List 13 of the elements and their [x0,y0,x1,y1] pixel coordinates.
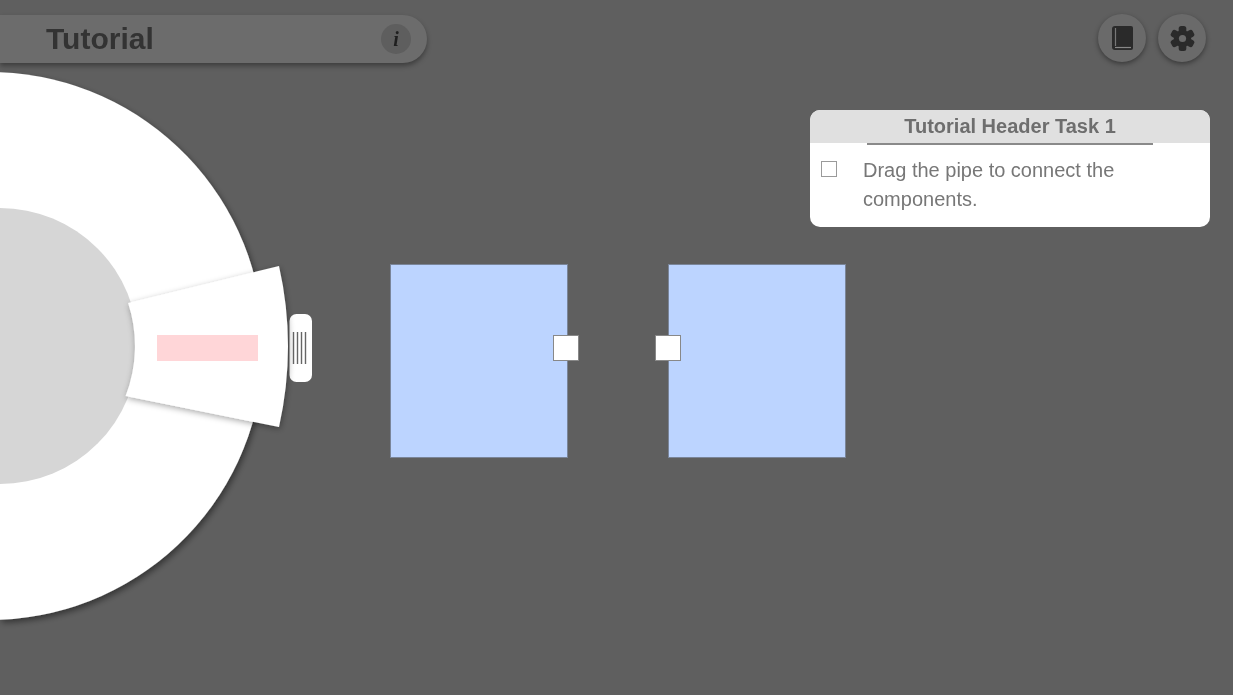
checkbox[interactable] [821,161,837,177]
settings-button[interactable] [1158,14,1206,62]
info-button[interactable]: i [381,24,411,54]
connection-port[interactable] [655,335,681,361]
drag-handle[interactable] [289,314,312,382]
connection-port[interactable] [553,335,579,361]
page-title: Tutorial [46,24,154,54]
task-title: Tutorial Header Task 1 [810,110,1210,143]
settings-icon [1169,25,1195,51]
grip-icon [292,331,307,365]
task-text: Drag the pipe to connect the components. [863,158,1116,212]
book-icon [1111,26,1133,50]
book-button[interactable] [1098,14,1146,62]
